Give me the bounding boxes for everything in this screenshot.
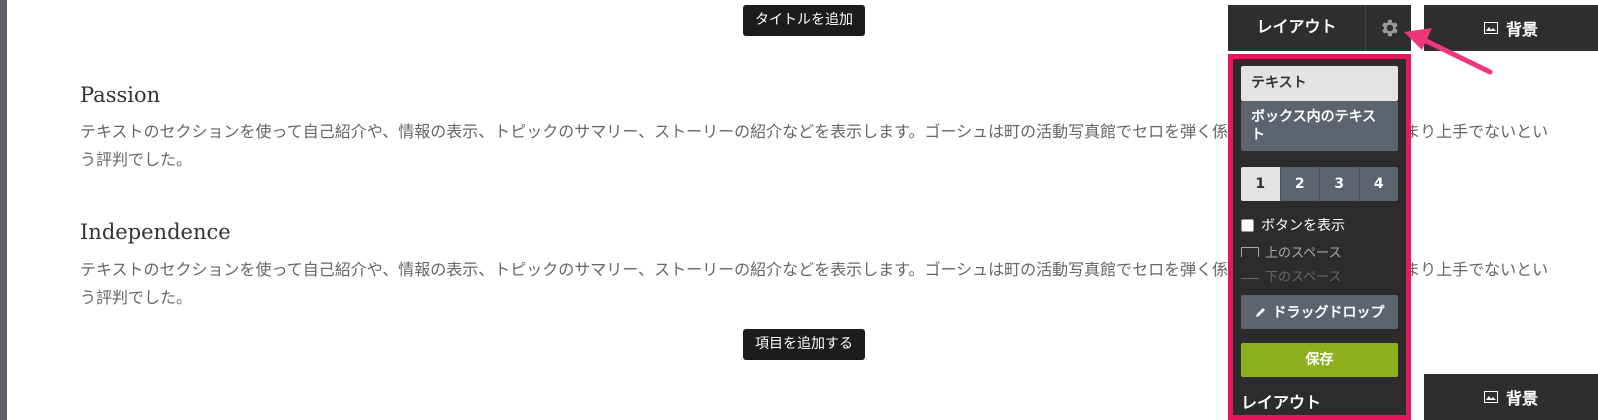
drag-drop-label: ドラッグドロップ — [1272, 305, 1385, 321]
column-option-4[interactable]: 4 — [1358, 167, 1399, 201]
column-option-3[interactable]: 3 — [1319, 167, 1359, 201]
section-title[interactable]: Passion — [80, 83, 160, 107]
show-button-label: ボタンを表示 — [1261, 218, 1345, 234]
add-title-button[interactable]: タイトルを追加 — [743, 5, 865, 36]
layout-toolbar: レイアウト — [1228, 5, 1411, 51]
drag-drop-button[interactable]: ドラッグドロップ — [1241, 295, 1398, 329]
gear-icon — [1381, 19, 1398, 37]
layout-button[interactable]: レイアウト — [1228, 5, 1365, 51]
bottom-space-icon — [1241, 273, 1259, 279]
save-button[interactable]: 保存 — [1241, 343, 1398, 377]
column-selector: 1 2 3 4 — [1241, 167, 1398, 201]
background-button[interactable]: 背景 — [1424, 374, 1598, 420]
layout-option-boxed-text[interactable]: ボックス内のテキスト — [1241, 101, 1398, 151]
layout-option-text[interactable]: テキスト — [1241, 66, 1398, 101]
background-label: 背景 — [1505, 389, 1538, 408]
column-option-1[interactable]: 1 — [1241, 167, 1280, 201]
show-button-toggle[interactable]: ボタンを表示 — [1241, 215, 1345, 235]
section-title[interactable]: Independence — [80, 220, 231, 244]
layout-settings-panel: テキスト ボックス内のテキスト 1 2 3 4 ボタンを表示 上のスペース 下の… — [1228, 54, 1411, 420]
left-edge-strip — [0, 0, 7, 420]
top-space-icon — [1241, 246, 1259, 257]
show-button-checkbox[interactable] — [1241, 218, 1254, 232]
add-item-button[interactable]: 項目を追加する — [743, 329, 865, 360]
bottom-space-option[interactable]: 下のスペース — [1241, 266, 1341, 285]
top-space-option[interactable]: 上のスペース — [1241, 242, 1341, 261]
annotation-arrow — [1404, 28, 1493, 75]
pencil-icon — [1255, 308, 1265, 317]
background-label: 背景 — [1505, 20, 1538, 39]
layout-label-behind: レイアウト — [1241, 393, 1322, 412]
column-option-2[interactable]: 2 — [1279, 167, 1320, 201]
image-icon — [1483, 391, 1498, 403]
top-space-label: 上のスペース — [1265, 246, 1342, 261]
bottom-space-label: 下のスペース — [1265, 270, 1342, 285]
